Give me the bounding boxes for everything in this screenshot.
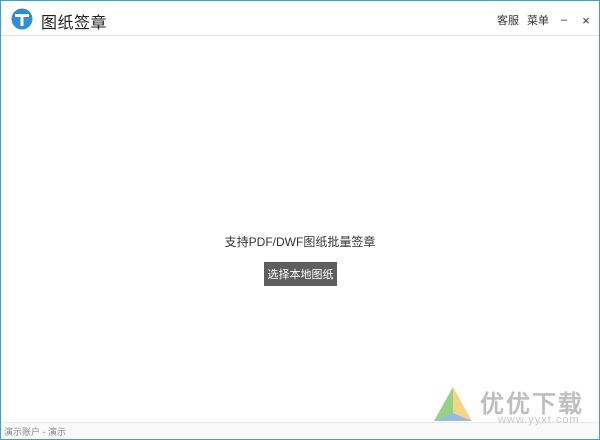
account-status-text: 演示账户 - 演示 — [4, 427, 66, 437]
app-logo-icon — [11, 8, 33, 30]
watermark-logo-icon — [434, 387, 472, 421]
minimize-icon: – — [560, 14, 568, 26]
support-hint-text: 支持PDF/DWF图纸批量签章 — [224, 235, 376, 249]
close-button[interactable]: × — [579, 12, 593, 28]
minimize-button[interactable]: – — [557, 13, 571, 27]
customer-service-link[interactable]: 客服 — [497, 12, 519, 28]
app-window: 图纸签章 客服 菜单 – × 支持PDF/DWF图纸批量签章 选择本地图纸 演示… — [0, 0, 600, 440]
title-bar-actions: 客服 菜单 – × — [497, 12, 593, 28]
watermark-url: www.yyxt.com — [498, 414, 580, 426]
title-bar[interactable]: 图纸签章 客服 菜单 – × — [1, 1, 599, 36]
site-watermark: 优优下载 www.yyxt.com — [426, 381, 596, 431]
app-title: 图纸签章 — [41, 15, 108, 32]
close-icon: × — [582, 12, 590, 28]
menu-button[interactable]: 菜单 — [527, 12, 549, 28]
select-local-drawing-button[interactable]: 选择本地图纸 — [264, 262, 337, 286]
